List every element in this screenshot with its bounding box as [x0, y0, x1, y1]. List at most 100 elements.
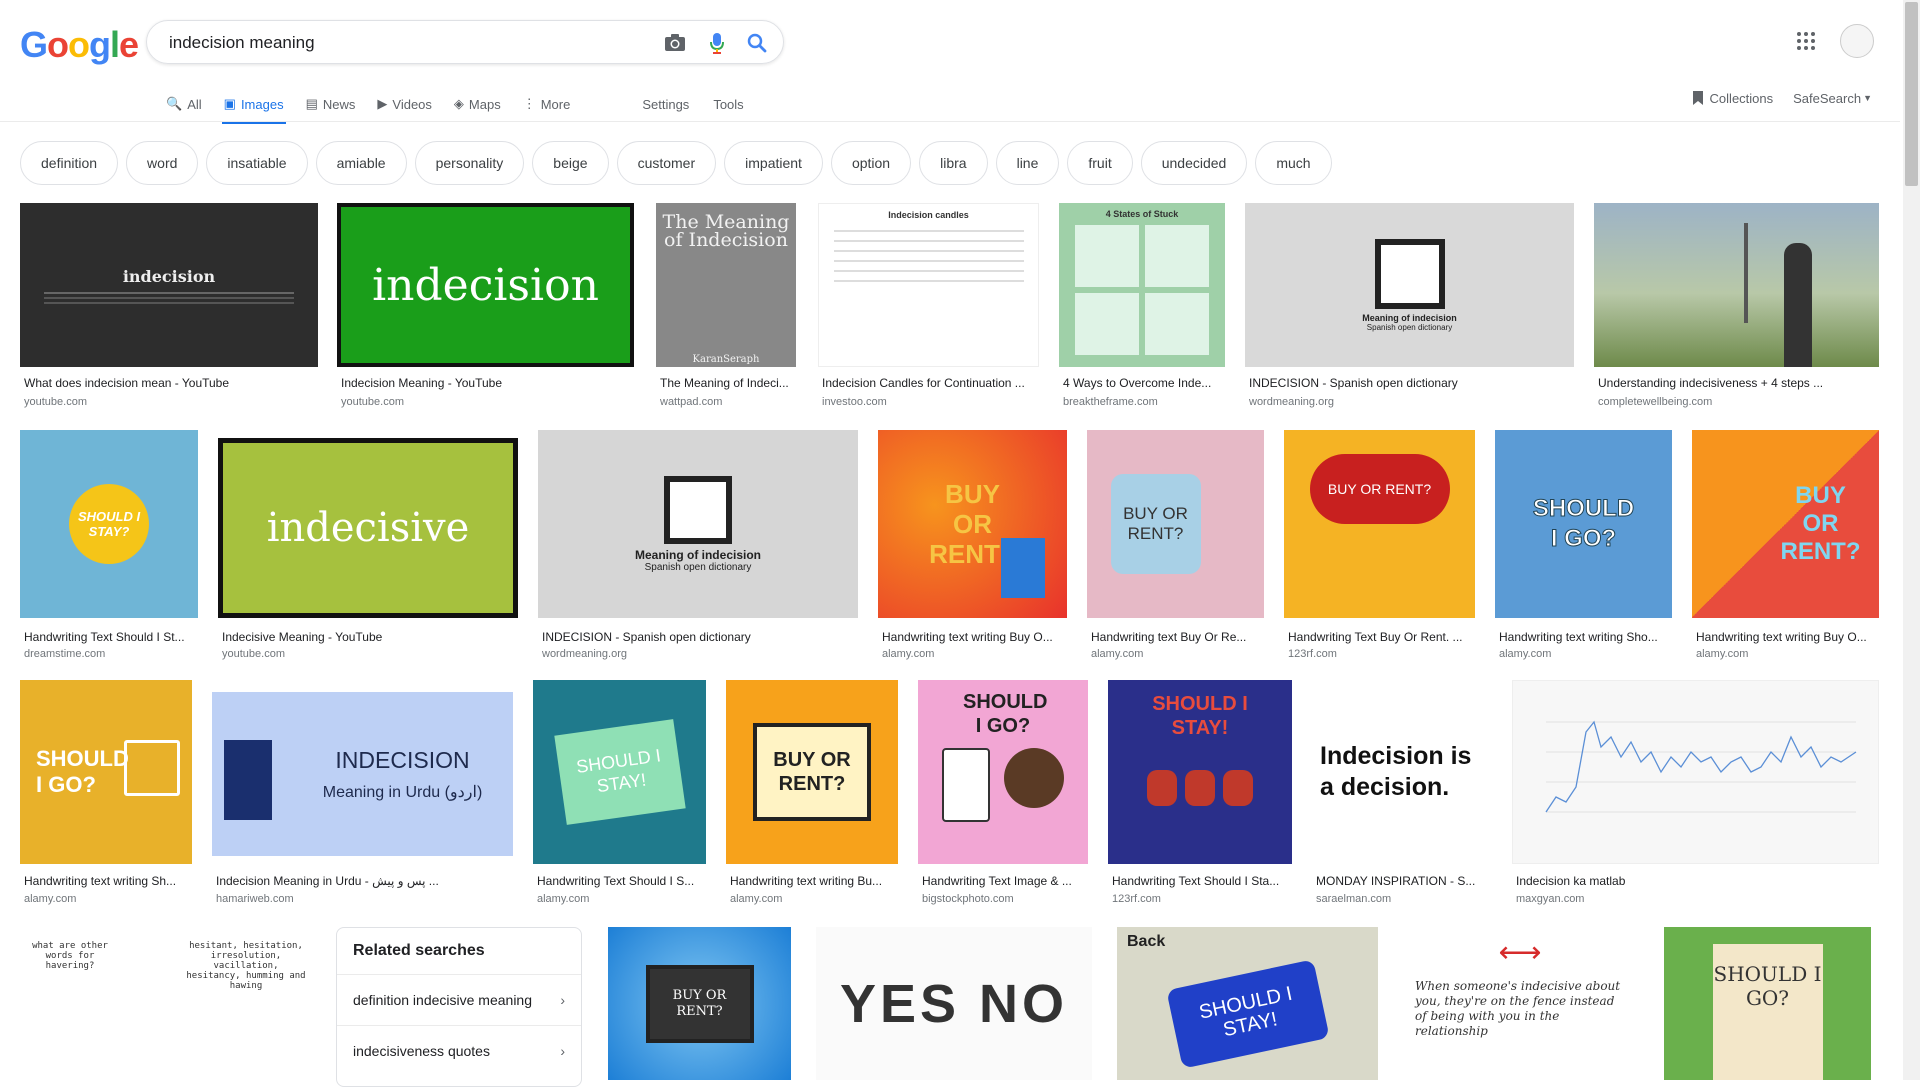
thumb-text: Meaning of indecision: [1362, 312, 1457, 323]
logo-letter: o: [68, 24, 90, 65]
avatar[interactable]: [1840, 24, 1874, 58]
image-result[interactable]: BUY OR RENT? Handwriting text Buy Or Re.…: [1087, 430, 1264, 662]
chip[interactable]: undecided: [1140, 141, 1248, 185]
result-thumbnail[interactable]: 4 States of Stuck: [1059, 203, 1225, 367]
tools-link[interactable]: Tools: [713, 97, 743, 112]
result-thumbnail[interactable]: ⟷ When someone's indecisive about you, t…: [1403, 927, 1637, 1080]
result-thumbnail[interactable]: BUY OR RENT?: [878, 430, 1067, 618]
image-result[interactable]: Understanding indecisiveness + 4 steps .…: [1594, 203, 1879, 413]
search-box[interactable]: [146, 20, 784, 64]
tab-videos[interactable]: ▶ Videos: [377, 86, 432, 122]
image-result[interactable]: Meaning of indecision Spanish open dicti…: [538, 430, 858, 662]
result-thumbnail[interactable]: SHOULD I GO?: [1495, 430, 1672, 618]
image-result[interactable]: BUY OR RENT?: [608, 927, 791, 1080]
qr-code-icon: [1374, 238, 1445, 309]
chip[interactable]: customer: [616, 141, 717, 185]
chip[interactable]: amiable: [315, 141, 407, 185]
result-thumbnail[interactable]: SHOULD I GO?: [20, 680, 192, 864]
result-thumbnail[interactable]: BUY OR RENT?: [608, 927, 791, 1080]
image-result[interactable]: BUY OR RENT? Handwriting text writing Bu…: [878, 430, 1067, 662]
image-result[interactable]: BUY OR RENT? Handwriting Text Buy Or Ren…: [1284, 430, 1475, 662]
thumb-text: YES NO: [839, 973, 1069, 1034]
safesearch-dropdown[interactable]: SafeSearch ▼: [1793, 91, 1872, 106]
tab-maps[interactable]: ◈ Maps: [454, 86, 501, 122]
chip[interactable]: definition: [20, 141, 119, 185]
related-search-item[interactable]: indecisiveness quotes ›: [337, 1025, 581, 1075]
result-thumbnail[interactable]: BUY OR RENT?: [1692, 430, 1879, 618]
result-thumbnail[interactable]: BUY OR RENT?: [1284, 430, 1475, 618]
chip[interactable]: option: [830, 141, 912, 185]
result-thumbnail[interactable]: SHOULD I STAY?: [20, 430, 198, 618]
chip[interactable]: libra: [919, 141, 988, 185]
search-input[interactable]: [167, 31, 641, 55]
result-thumbnail[interactable]: indecisive: [218, 438, 518, 618]
result-thumbnail[interactable]: The Meaning of Indecision KaranSeraph: [656, 203, 796, 367]
collections-link[interactable]: Collections: [1692, 90, 1773, 106]
result-thumbnail[interactable]: Meaning of indecision Spanish open dicti…: [538, 430, 858, 618]
image-result[interactable]: SHOULD I STAY? Handwriting Text Should I…: [20, 430, 198, 662]
image-result[interactable]: INDECISION Meaning in Urdu (اردو) Indeci…: [212, 680, 513, 910]
result-thumbnail[interactable]: Indecision is a decision.: [1312, 680, 1492, 864]
image-result[interactable]: SHOULD I GO?: [1664, 927, 1871, 1080]
chip[interactable]: much: [1255, 141, 1332, 185]
image-result[interactable]: SHOULD I STAY! Handwriting Text Should I…: [533, 680, 706, 910]
image-result[interactable]: YES NO: [816, 927, 1092, 1080]
tab-more[interactable]: ⋮ More: [523, 86, 571, 122]
chip[interactable]: impatient: [724, 141, 823, 185]
image-result[interactable]: what are other words for havering? hesit…: [20, 927, 316, 1080]
apps-grid-icon[interactable]: [1796, 31, 1820, 55]
image-result[interactable]: SHOULD I GO? Handwriting text writing Sh…: [1495, 430, 1672, 662]
result-thumbnail[interactable]: BUY OR RENT?: [726, 680, 898, 864]
chip[interactable]: insatiable: [206, 141, 308, 185]
search-icon[interactable]: [745, 31, 769, 55]
image-result[interactable]: indecision What does indecision mean - Y…: [20, 203, 318, 413]
tab-all[interactable]: 🔍 All: [166, 86, 202, 122]
chip[interactable]: word: [126, 141, 199, 185]
image-result[interactable]: 4 States of Stuck 4 Ways to Overcome Ind…: [1059, 203, 1225, 413]
microphone-icon[interactable]: [705, 31, 729, 55]
image-result[interactable]: Indecision candles Indecision Candles fo…: [818, 203, 1039, 413]
chip[interactable]: fruit: [1067, 141, 1133, 185]
result-thumbnail[interactable]: Indecision candles: [818, 203, 1039, 367]
image-result[interactable]: indecision Indecision Meaning - YouTube …: [337, 203, 634, 413]
image-result[interactable]: SHOULD I GO? Handwriting Text Image & ..…: [918, 680, 1088, 910]
image-result[interactable]: BUY OR RENT? Handwriting text writing Bu…: [1692, 430, 1879, 662]
result-thumbnail[interactable]: SHOULD I STAY!: [1108, 680, 1292, 864]
image-result[interactable]: Back SHOULD I STAY!: [1117, 927, 1378, 1080]
camera-icon[interactable]: [663, 31, 687, 55]
image-result[interactable]: indecisive Indecisive Meaning - YouTube …: [218, 430, 518, 662]
image-result[interactable]: SHOULD I STAY! Handwriting Text Should I…: [1108, 680, 1292, 910]
header-divider: [0, 121, 1900, 122]
result-thumbnail[interactable]: indecision: [337, 203, 634, 367]
result-thumbnail[interactable]: indecision: [20, 203, 318, 367]
result-thumbnail[interactable]: SHOULD I GO?: [1664, 927, 1871, 1080]
google-logo[interactable]: Google: [20, 24, 139, 66]
result-thumbnail[interactable]: [1594, 203, 1879, 367]
tab-images[interactable]: ▣ Images: [221, 86, 286, 124]
image-result[interactable]: BUY OR RENT? Handwriting text writing Bu…: [726, 680, 898, 910]
related-search-item[interactable]: definition indecisive meaning ›: [337, 974, 581, 1024]
result-thumbnail[interactable]: Meaning of indecision Spanish open dicti…: [1245, 203, 1574, 367]
scrollbar-thumb[interactable]: [1905, 2, 1918, 186]
page-scrollbar[interactable]: [1903, 0, 1920, 1080]
result-thumbnail[interactable]: YES NO: [816, 927, 1092, 1080]
image-result[interactable]: Indecision ka matlab maxgyan.com: [1512, 680, 1879, 910]
chip[interactable]: personality: [414, 141, 525, 185]
result-thumbnail[interactable]: what are other words for havering? hesit…: [20, 927, 316, 1080]
result-thumbnail[interactable]: SHOULD I GO?: [918, 680, 1088, 864]
image-result[interactable]: ⟷ When someone's indecisive about you, t…: [1403, 927, 1637, 1080]
image-result[interactable]: SHOULD I GO? Handwriting text writing Sh…: [20, 680, 192, 910]
image-result[interactable]: The Meaning of Indecision KaranSeraph Th…: [656, 203, 796, 413]
settings-link[interactable]: Settings: [642, 97, 689, 112]
chip[interactable]: beige: [532, 141, 609, 185]
thumb-text: SHOULD I GO?: [1532, 495, 1635, 553]
chip[interactable]: line: [995, 141, 1060, 185]
result-thumbnail[interactable]: [1512, 680, 1879, 864]
result-thumbnail[interactable]: Back SHOULD I STAY!: [1117, 927, 1378, 1080]
result-thumbnail[interactable]: INDECISION Meaning in Urdu (اردو): [212, 692, 513, 856]
image-result[interactable]: Meaning of indecision Spanish open dicti…: [1245, 203, 1574, 413]
result-thumbnail[interactable]: BUY OR RENT?: [1087, 430, 1264, 618]
tab-news[interactable]: ▤ News: [306, 86, 356, 122]
result-thumbnail[interactable]: SHOULD I STAY!: [533, 680, 706, 864]
image-result[interactable]: Indecision is a decision. MONDAY INSPIRA…: [1312, 680, 1492, 910]
